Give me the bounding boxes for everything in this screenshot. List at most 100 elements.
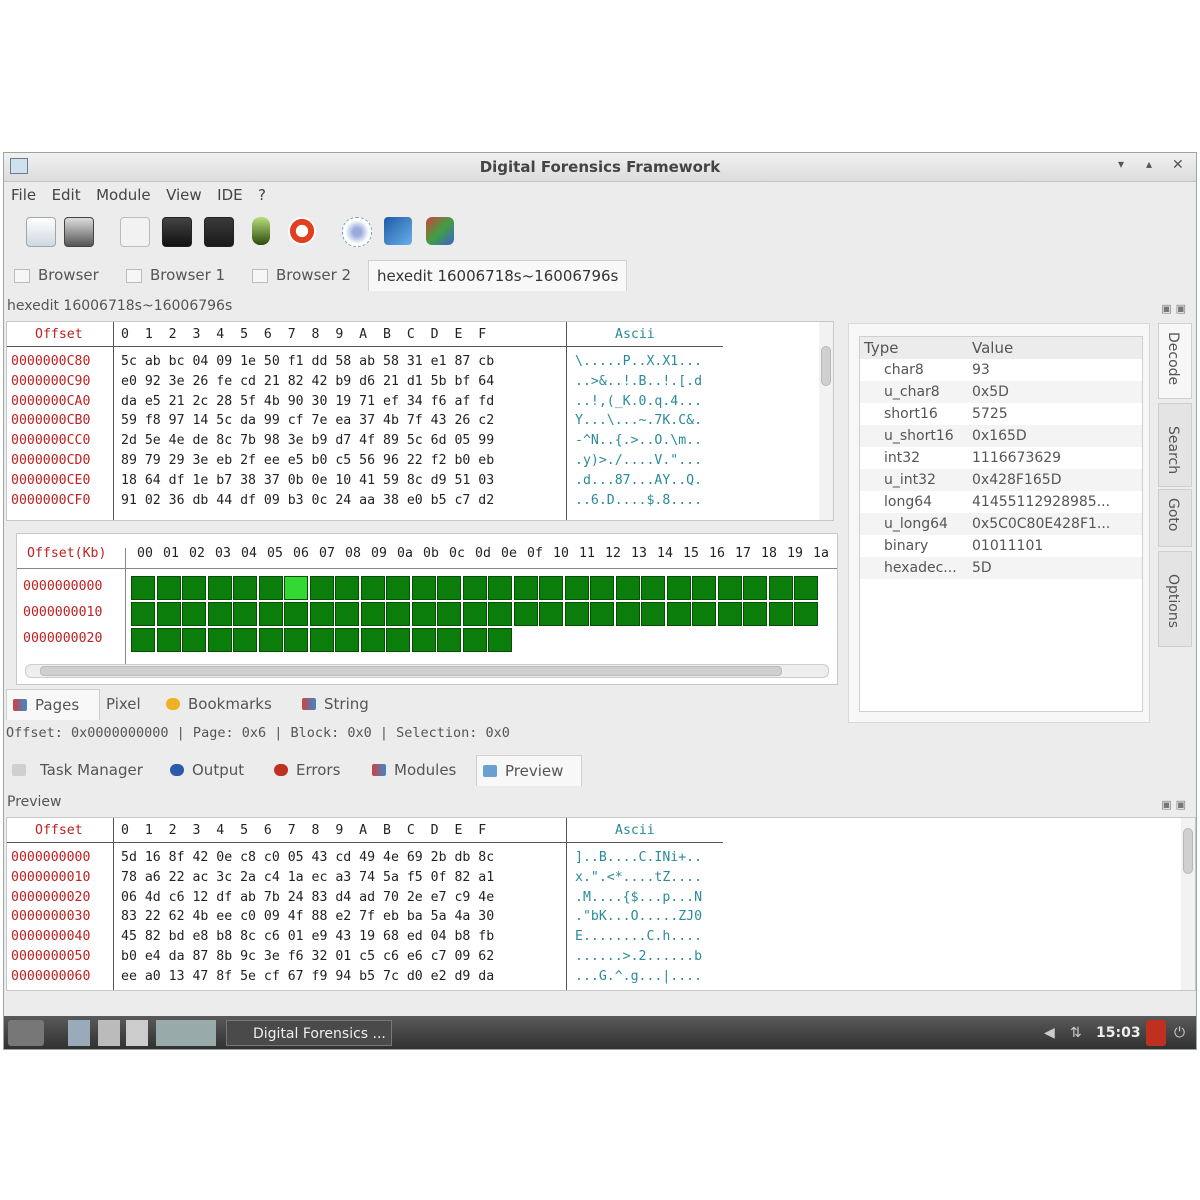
page-cell[interactable]	[360, 576, 385, 600]
row-hex-bytes[interactable]: 2d 5e 4e de 8c 7b 98 3e b9 d7 4f 89 5c 6…	[121, 431, 494, 451]
page-map[interactable]: Offset(Kb) 00 01 02 03 04 05 06 07 08 09 0a 0b 0c 0d 0…	[16, 533, 838, 685]
row-ascii[interactable]: .y)>./....V."...	[575, 451, 702, 471]
minimize-icon[interactable]: ▾	[1118, 157, 1124, 171]
side-tab-decode[interactable]: Decode	[1158, 323, 1192, 399]
dock-float-close-icon[interactable]: ▣▣	[1161, 794, 1190, 816]
page-cell[interactable]	[309, 576, 334, 600]
battery-icon[interactable]	[1146, 1020, 1166, 1046]
page-cell[interactable]	[666, 602, 691, 626]
terminal-icon[interactable]	[98, 1020, 120, 1046]
menu-view[interactable]: View	[166, 183, 202, 207]
page-cell[interactable]	[233, 576, 257, 600]
tab-pixel[interactable]: Pixel	[78, 689, 141, 719]
row-hex-bytes[interactable]: 59 f8 97 14 5c da 99 cf 7e ea 37 4b 7f 4…	[121, 411, 494, 431]
row-ascii[interactable]: ......>.2......b	[575, 947, 702, 967]
row-ascii[interactable]: ."bK...O.....ZJ0	[575, 907, 702, 927]
row-ascii[interactable]: ..!,(_K.0.q.4...	[575, 392, 702, 412]
row-hex-bytes[interactable]: 78 a6 22 ac 3c 2a c4 1a ec a3 74 5a f5 0…	[121, 868, 494, 888]
page-cell[interactable]	[207, 602, 232, 626]
row-ascii[interactable]: .d...87...AY..Q.	[575, 471, 702, 491]
row-ascii[interactable]: ...G.^.g...|....	[575, 967, 702, 987]
row-hex-bytes[interactable]: 18 64 df 1e b7 38 37 0b 0e 10 41 59 8c d…	[121, 471, 494, 491]
decode-row[interactable]: u_int32 0x428F165D	[860, 469, 1142, 491]
page-cell[interactable]	[284, 602, 308, 626]
page-cell[interactable]	[564, 576, 589, 600]
menu-file[interactable]: File	[11, 183, 36, 207]
page-cell[interactable]	[233, 628, 257, 652]
tab-browser[interactable]: Browser	[4, 260, 99, 290]
row-hex-bytes[interactable]: b0 e4 da 87 8b 9c 3e f6 32 01 c5 c6 e6 c…	[121, 947, 494, 967]
page-cell[interactable]	[743, 602, 767, 626]
tab-browser-1[interactable]: Browser 1	[116, 260, 225, 290]
page-cell[interactable]	[284, 576, 308, 600]
pagemap-hscrollbar[interactable]	[25, 664, 829, 678]
page-cell[interactable]	[590, 602, 614, 626]
power-icon[interactable]: ⏻	[1174, 1020, 1185, 1046]
page-cell[interactable]	[590, 576, 614, 600]
tab-bookmarks[interactable]: Bookmarks	[160, 689, 272, 719]
preview-hex-view[interactable]: Offset 0 1 2 3 4 5 6 7 8 9 A B C D E F A…	[6, 817, 1196, 991]
page-cell[interactable]	[615, 576, 640, 600]
menu-module[interactable]: Module	[96, 183, 151, 207]
page-cell[interactable]	[258, 628, 283, 652]
page-cell[interactable]	[309, 628, 334, 652]
page-cell[interactable]	[615, 602, 640, 626]
start-menu-icon[interactable]	[8, 1020, 44, 1046]
page-cell[interactable]	[258, 602, 283, 626]
tab-modules[interactable]: Modules	[366, 755, 456, 785]
row-hex-bytes[interactable]: 5c ab bc 04 09 1e 50 f1 dd 58 ab 58 31 e…	[121, 352, 494, 372]
page-cell[interactable]	[513, 576, 538, 600]
windows-icon[interactable]	[126, 1020, 148, 1046]
ide-icon[interactable]	[426, 217, 454, 245]
network-icon[interactable]	[342, 217, 372, 247]
page-cell[interactable]	[717, 602, 742, 626]
hex-view[interactable]: Offset 0 1 2 3 4 5 6 7 8 9 A B C D E F A…	[6, 321, 834, 521]
volume-icon[interactable]: ◀	[1044, 1020, 1058, 1046]
side-tab-goto[interactable]: Goto	[1158, 489, 1192, 547]
row-ascii[interactable]: ..>&..!.B..!.[.d	[575, 372, 702, 392]
scrollbar-thumb[interactable]	[40, 666, 782, 676]
row-ascii[interactable]: .M....{$...p...N	[575, 888, 702, 908]
decode-row[interactable]: u_char8 0x5D	[860, 381, 1142, 403]
page-cell[interactable]	[437, 576, 461, 600]
page-cell[interactable]	[692, 602, 716, 626]
page-cell[interactable]	[539, 602, 563, 626]
page-cell[interactable]	[462, 576, 487, 600]
preview-scrollbar[interactable]	[1181, 818, 1195, 990]
page-cell[interactable]	[794, 602, 818, 626]
tab-browser-2[interactable]: Browser 2	[242, 260, 351, 290]
row-hex-bytes[interactable]: ee a0 13 47 8f 5e cf 67 f9 94 b5 7c d0 e…	[121, 967, 494, 987]
page-cell[interactable]	[233, 602, 257, 626]
decode-row[interactable]: char8 93	[860, 359, 1142, 381]
page-cell[interactable]	[182, 602, 206, 626]
decode-row[interactable]: long64 41455112928985...	[860, 491, 1142, 513]
open-file-icon[interactable]	[26, 217, 56, 247]
page-cell[interactable]	[386, 602, 410, 626]
page-cell[interactable]	[488, 628, 512, 652]
page-cell[interactable]	[182, 576, 206, 600]
row-ascii[interactable]: E........C.h....	[575, 927, 702, 947]
row-hex-bytes[interactable]: 89 79 29 3e eb 2f ee e5 b0 c5 56 96 22 f…	[121, 451, 494, 471]
page-cell[interactable]	[309, 602, 334, 626]
dock-float-close-icon[interactable]: ▣▣	[1161, 298, 1190, 320]
row-hex-bytes[interactable]: 5d 16 8f 42 0e c8 c0 05 43 cd 49 4e 69 2…	[121, 848, 494, 868]
page-cell[interactable]	[768, 602, 793, 626]
monitor-config-icon[interactable]	[204, 217, 234, 247]
row-hex-bytes[interactable]: da e5 21 2c 28 5f 4b 90 30 19 71 ef 34 f…	[121, 392, 494, 412]
taskbar-window-button[interactable]: Digital Forensics ...	[226, 1020, 392, 1046]
hex-scrollbar[interactable]	[819, 322, 833, 520]
page-cell[interactable]	[462, 628, 487, 652]
side-tab-search[interactable]: Search	[1158, 403, 1192, 487]
file-manager-icon[interactable]	[68, 1020, 90, 1046]
menu-ide[interactable]: IDE	[217, 183, 242, 207]
page-cell[interactable]	[539, 576, 563, 600]
help-lifebuoy-icon[interactable]	[288, 217, 316, 245]
page-cell[interactable]	[641, 576, 665, 600]
page-cell[interactable]	[768, 576, 793, 600]
tab-hexedit[interactable]: hexedit 16006718s~16006796s	[368, 260, 628, 291]
page-cell[interactable]	[335, 576, 359, 600]
page-cell[interactable]	[156, 602, 181, 626]
page-cell[interactable]	[207, 628, 232, 652]
decode-row[interactable]: u_long64 0x5C0C80E428F1...	[860, 513, 1142, 535]
network-status-icon[interactable]: ⇅	[1070, 1020, 1088, 1046]
